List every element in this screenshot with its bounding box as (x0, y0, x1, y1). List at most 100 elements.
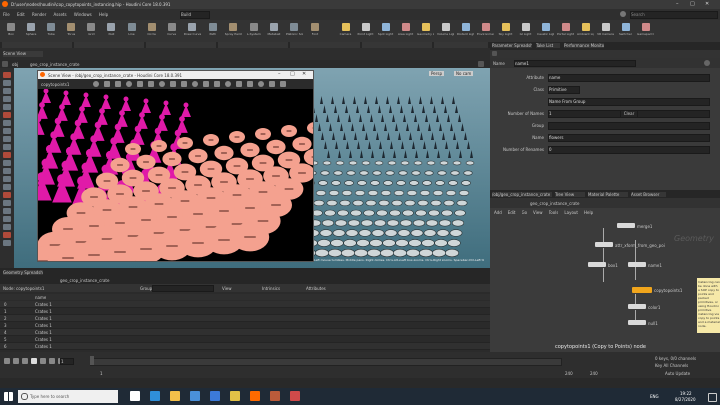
view-menu[interactable]: View (222, 286, 252, 291)
viewport-tool-icon[interactable] (3, 240, 11, 246)
help-search-input[interactable]: Search (630, 11, 718, 19)
float-close-button[interactable]: ✕ (302, 71, 306, 77)
chrome-icon[interactable] (230, 391, 240, 401)
task-view-icon[interactable] (130, 391, 140, 401)
viewport-tool-icon[interactable] (3, 192, 11, 198)
table-row[interactable]: 6 Crates 1 (0, 343, 490, 350)
viewport-tool-icon[interactable] (3, 120, 11, 126)
create-tool-2[interactable]: Tube (43, 22, 59, 40)
light-tool-11[interactable]: Portal Light (557, 22, 574, 40)
node-name-field[interactable]: name1 (514, 60, 636, 67)
minimize-button[interactable]: – (676, 1, 686, 7)
network-menu-help[interactable]: Help (584, 210, 593, 215)
viewport-tool-icon[interactable] (3, 128, 11, 134)
network-menu-edit[interactable]: Edit (508, 210, 516, 215)
viewport-tool-icon[interactable] (3, 88, 11, 94)
start-frame-field[interactable]: 1 (100, 371, 110, 376)
create-tool-15[interactable]: Font (307, 22, 323, 40)
create-tool-10[interactable]: Path (205, 22, 221, 40)
create-tool-4[interactable]: Grid (83, 22, 99, 40)
step-back-icon[interactable] (13, 358, 19, 364)
float-minimize-button[interactable]: – (278, 71, 281, 77)
create-tool-14[interactable]: Platonic Solids (286, 22, 303, 40)
current-frame-field[interactable]: 1 (60, 358, 74, 365)
network-editor[interactable]: geo_crop_instance_crate Add Edit Go View Too… (490, 198, 720, 353)
viewport-tool-icon[interactable] (3, 104, 11, 110)
create-tool-12[interactable]: L-System (246, 22, 262, 40)
light-tool-12[interactable]: Ambient Light (577, 22, 594, 40)
floating-viewport[interactable] (38, 89, 313, 261)
store-icon[interactable] (190, 391, 200, 401)
menu-render[interactable]: Render (32, 12, 46, 17)
tab-geometry-spreadsheet[interactable]: Geometry Spreadsheet (3, 270, 43, 275)
end-frame-field[interactable]: 240 (565, 371, 579, 376)
table-row[interactable]: 2 Crates 1 (0, 315, 490, 322)
key-all-channels-button[interactable]: Key All Channels (655, 363, 710, 368)
desktop-select[interactable]: Build (180, 11, 210, 19)
attributes-menu[interactable]: Attributes (306, 286, 336, 291)
table-row[interactable]: 0 Crates 1 (0, 301, 490, 308)
maximize-button[interactable]: □ (690, 1, 700, 7)
tab-performance-monitor[interactable]: Performance Monitor (564, 43, 604, 48)
tab-parameter-spreadsheet[interactable]: Parameter Spreadsheet (492, 43, 532, 48)
display-option-icon[interactable] (280, 81, 286, 87)
group-field[interactable] (152, 285, 214, 292)
light-tool-6[interactable]: Distant Light (457, 22, 474, 40)
mail-icon[interactable] (210, 391, 220, 401)
viewport-tool-icon[interactable] (3, 208, 11, 214)
light-tool-10[interactable]: Caustic Light (537, 22, 554, 40)
play-reverse-icon[interactable] (22, 358, 28, 364)
network-menu-tools[interactable]: Tools (549, 210, 559, 215)
sticky-note[interactable]: Instancing can be done with a SOP copy t… (697, 278, 720, 333)
menu-file[interactable]: File (3, 12, 10, 17)
display-option-icon[interactable] (159, 81, 165, 87)
light-tool-14[interactable]: Switcher (617, 22, 634, 40)
viewport-tool-icon[interactable] (3, 224, 11, 230)
persp-menu[interactable]: Persp (429, 71, 444, 76)
viewport-tool-icon[interactable] (3, 96, 11, 102)
display-option-icon[interactable] (137, 81, 143, 87)
start-icon[interactable] (4, 392, 13, 401)
float-path-label[interactable]: copytopoints1 (41, 82, 81, 87)
gear-icon[interactable] (704, 60, 710, 66)
viewport-tool-icon[interactable] (3, 176, 11, 182)
table-row[interactable]: 3 Crates 1 (0, 322, 490, 329)
light-tool-4[interactable]: Geometry Light (417, 22, 434, 40)
display-option-icon[interactable] (104, 81, 110, 87)
intrinsics-menu[interactable]: Intrinsics (262, 286, 292, 291)
rewind-icon[interactable] (4, 358, 10, 364)
houdini-icon[interactable] (250, 391, 260, 401)
viewport-tool-icon[interactable] (3, 232, 11, 238)
tab-take-list[interactable]: Take List (536, 43, 560, 48)
clear-button[interactable]: Clear (620, 110, 638, 118)
light-tool-15[interactable]: Gamepad Camera (637, 22, 654, 40)
light-tool-0[interactable]: Camera (337, 22, 354, 40)
range-end-field[interactable]: 240 (590, 371, 604, 376)
light-tool-7[interactable]: Environment Light (477, 22, 494, 40)
menu-assets[interactable]: Assets (54, 12, 67, 17)
display-option-icon[interactable] (170, 81, 176, 87)
taskbar-search[interactable]: Type here to search (18, 390, 118, 403)
node-copytopoints1[interactable] (632, 287, 652, 293)
display-option-icon[interactable] (115, 81, 121, 87)
light-tool-2[interactable]: Spot Light (377, 22, 394, 40)
tab-asset-browser[interactable]: Asset Browser (631, 192, 666, 197)
display-option-icon[interactable] (126, 81, 132, 87)
media-icon[interactable] (290, 391, 300, 401)
create-tool-7[interactable]: Circle (144, 22, 160, 40)
network-menu-layout[interactable]: Layout (564, 210, 578, 215)
menu-help[interactable]: Help (99, 12, 108, 17)
display-option-icon[interactable] (269, 81, 275, 87)
step-forward-icon[interactable] (49, 358, 55, 364)
light-tool-8[interactable]: Sky Light (497, 22, 514, 40)
file-explorer-icon[interactable] (170, 391, 180, 401)
viewport-tool-icon[interactable] (3, 72, 11, 78)
play-icon[interactable] (40, 358, 46, 364)
viewport-tool-icon[interactable] (3, 80, 11, 86)
network-menu-view[interactable]: View (533, 210, 543, 215)
timeline-playhead[interactable] (90, 356, 94, 365)
create-tool-5[interactable]: Null (103, 22, 119, 40)
node-box1[interactable] (588, 262, 606, 267)
create-tool-3[interactable]: Torus (63, 22, 79, 40)
viewport-tool-icon[interactable] (3, 184, 11, 190)
